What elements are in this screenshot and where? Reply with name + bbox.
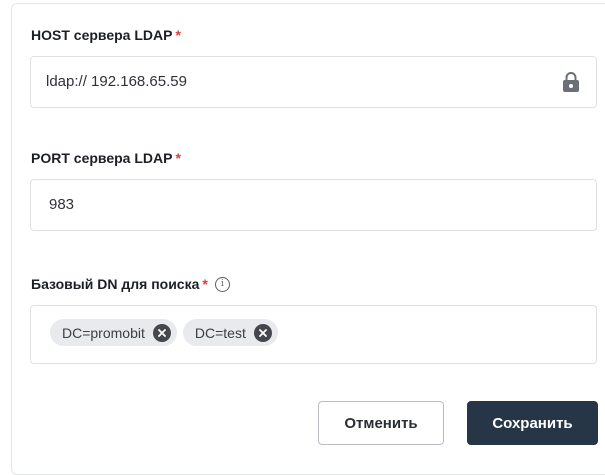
- base-dn-label-text: Базовый DN для поиска: [31, 276, 200, 292]
- port-label-text: PORT сервера LDAP: [31, 150, 173, 166]
- tag-chip: DC=promobit: [50, 319, 177, 346]
- host-input[interactable]: ldap:// 192.168.65.59: [30, 56, 597, 108]
- remove-tag-icon[interactable]: [253, 323, 272, 342]
- port-field-label: PORT сервера LDAP *: [31, 150, 181, 166]
- tag-chip-label: DC=promobit: [62, 324, 145, 341]
- port-required-mark: *: [175, 150, 181, 166]
- host-field-label: HOST сервера LDAP *: [31, 27, 181, 43]
- tag-chip: DC=test: [182, 319, 278, 346]
- lock-icon: [563, 72, 579, 92]
- host-input-value: ldap:// 192.168.65.59: [46, 73, 187, 90]
- port-input-value: 983: [49, 196, 75, 213]
- base-dn-tag-list: DC=promobit DC=test: [50, 319, 278, 346]
- tag-chip-label: DC=test: [194, 324, 246, 341]
- base-dn-tag-input[interactable]: DC=promobit DC=test: [30, 305, 597, 364]
- remove-tag-icon[interactable]: [152, 323, 171, 342]
- host-label-text: HOST сервера LDAP: [31, 27, 173, 43]
- info-icon[interactable]: i: [214, 276, 230, 292]
- cancel-button[interactable]: Отменить: [318, 401, 444, 445]
- port-input[interactable]: 983: [30, 179, 597, 231]
- base-dn-required-mark: *: [202, 276, 208, 292]
- base-dn-field-label: Базовый DN для поиска * i: [31, 276, 230, 292]
- host-required-mark: *: [175, 27, 181, 43]
- save-button[interactable]: Сохранить: [467, 401, 598, 445]
